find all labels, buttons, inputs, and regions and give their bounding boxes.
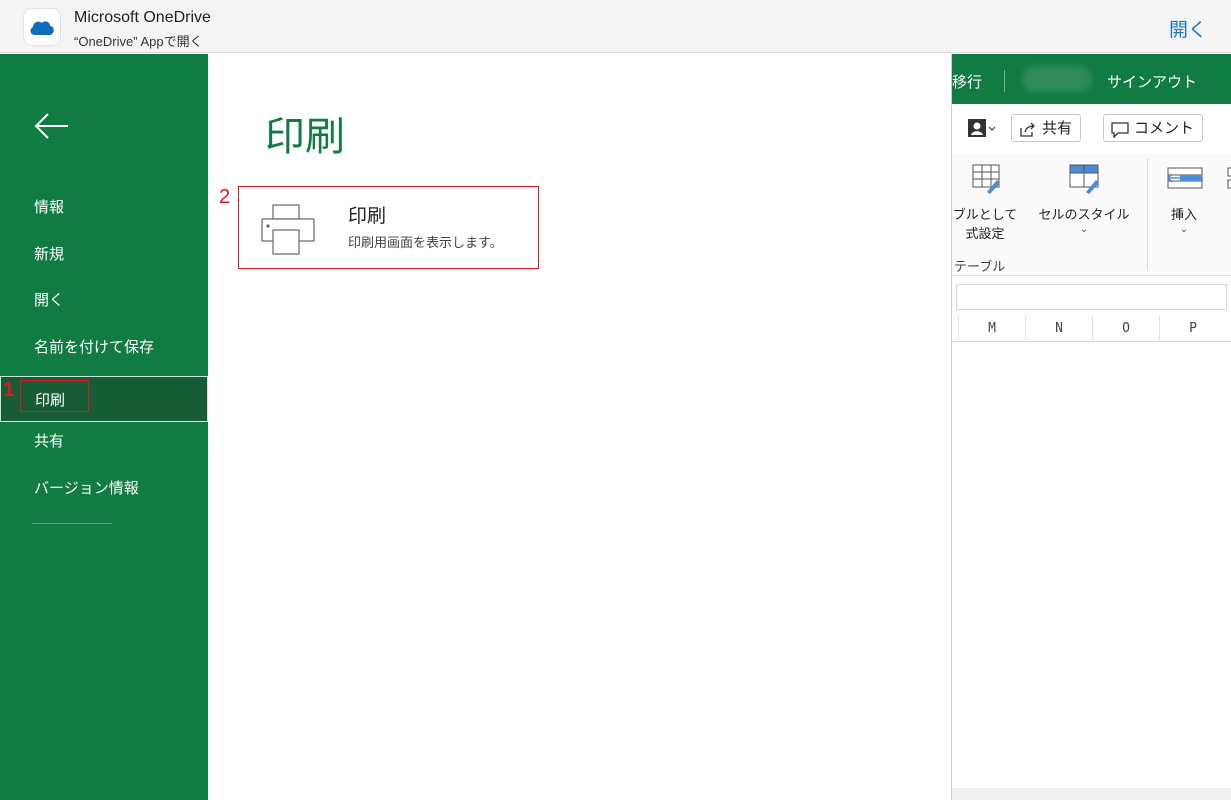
banner-open-button[interactable]: 開く (1169, 15, 1207, 42)
share-button[interactable]: 共有 (1011, 114, 1082, 142)
onedrive-icon (24, 9, 60, 45)
comment-button[interactable]: コメント (1103, 114, 1204, 142)
delete-button-partial[interactable] (1220, 164, 1231, 198)
comment-button-label: コメント (1134, 119, 1195, 137)
column-header-p[interactable]: P (1159, 316, 1226, 342)
excel-window-partial: 移行 サインアウト 共有 コメント ブルとして 式設定 セルのスタイル ⌄ 挿入… (951, 54, 1231, 800)
sign-out-link[interactable]: サインアウト (1107, 71, 1197, 92)
column-headers: M N O P (952, 316, 1231, 342)
user-name-blurred (1022, 66, 1092, 92)
annotation-box-1 (20, 380, 89, 412)
column-header-o[interactable]: O (1092, 316, 1159, 342)
topbar-separator (1004, 70, 1005, 92)
annotation-label-2: 2 (219, 186, 231, 208)
column-header-m[interactable]: M (958, 316, 1025, 342)
nav-item-save-as[interactable]: 名前を付けて保存 (0, 324, 208, 370)
nav-item-share[interactable]: 共有 (0, 418, 208, 464)
horizontal-scrollbar[interactable] (952, 788, 1231, 800)
page-title: 印刷 (265, 114, 345, 160)
delete-cells-icon (1227, 167, 1231, 189)
annotation-box-2 (238, 186, 539, 269)
insert-cells-icon (1166, 167, 1203, 189)
excel-title-bar: 移行 サインアウト (952, 54, 1231, 104)
comment-icon (1111, 120, 1129, 146)
format-as-table-button[interactable]: ブルとして 式設定 (942, 162, 1028, 242)
collab-buttons-row: 共有 コメント (952, 112, 1231, 144)
nav-item-info[interactable]: 情報 (0, 184, 208, 230)
print-panel: 印刷 印刷 印刷用画面を表示します。 (208, 54, 951, 800)
formula-bar-input[interactable] (956, 284, 1227, 310)
cell-styles-label: セルのスタイル (1038, 208, 1130, 223)
chevron-down-icon: ⌄ (1079, 224, 1089, 235)
app-banner: Microsoft OneDrive “OneDrive” Appで開く 開く (0, 0, 1231, 53)
back-arrow-icon[interactable] (32, 110, 72, 142)
nav-divider (32, 523, 112, 524)
backstage-nav: 情報 新規 開く 名前を付けて保存 印刷 共有 バージョン情報 (0, 54, 208, 800)
chevron-down-icon: ⌄ (1179, 224, 1189, 235)
share-icon (1019, 120, 1037, 146)
excel-ribbon: ブルとして 式設定 セルのスタイル ⌄ 挿入 ⌄ テーブル (952, 154, 1231, 276)
nav-item-new[interactable]: 新規 (0, 231, 208, 277)
insert-label: 挿入 (1170, 208, 1197, 223)
person-icon[interactable] (966, 116, 996, 140)
topbar-clipped-label[interactable]: 移行 (952, 71, 982, 92)
column-header-n[interactable]: N (1025, 316, 1092, 342)
ribbon-group-label: テーブル (954, 260, 1006, 275)
share-button-label: 共有 (1042, 119, 1073, 137)
ribbon-separator (1147, 158, 1148, 270)
format-as-table-icon (972, 164, 1000, 194)
format-as-table-label-1: ブルとして (952, 208, 1018, 223)
banner-title: Microsoft OneDrive (74, 9, 211, 26)
insert-button[interactable]: 挿入 ⌄ (1158, 162, 1210, 235)
annotation-label-1: 1 (3, 379, 15, 401)
cell-styles-icon (1069, 164, 1099, 194)
nav-item-version-info[interactable]: バージョン情報 (0, 465, 208, 511)
cell-styles-button[interactable]: セルのスタイル ⌄ (1034, 162, 1134, 235)
nav-item-open[interactable]: 開く (0, 277, 208, 323)
format-as-table-label-2: 式設定 (965, 227, 1005, 242)
banner-subtitle: “OneDrive” Appで開く (74, 34, 203, 49)
